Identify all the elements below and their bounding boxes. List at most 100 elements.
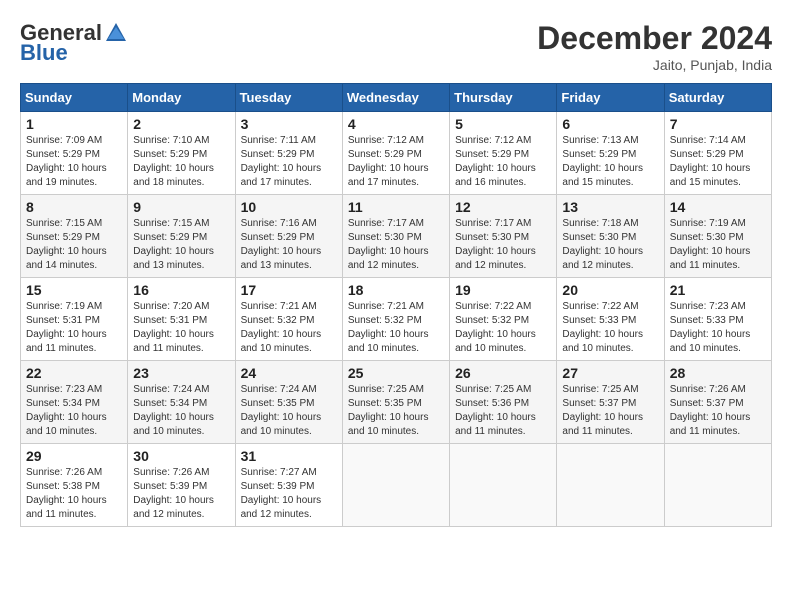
calendar-cell: 26 Sunrise: 7:25 AM Sunset: 5:36 PM Dayli… — [450, 361, 557, 444]
calendar-week-row: 29 Sunrise: 7:26 AM Sunset: 5:38 PM Dayli… — [21, 444, 772, 527]
day-number: 29 — [26, 448, 122, 464]
day-info: Sunrise: 7:10 AM Sunset: 5:29 PM Dayligh… — [133, 134, 229, 190]
day-info: Sunrise: 7:27 AM Sunset: 5:39 PM Dayligh… — [241, 466, 337, 522]
day-info: Sunrise: 7:15 AM Sunset: 5:29 PM Dayligh… — [133, 217, 229, 273]
day-info: Sunrise: 7:24 AM Sunset: 5:34 PM Dayligh… — [133, 383, 229, 439]
day-number: 6 — [562, 116, 658, 132]
day-number: 11 — [348, 199, 444, 215]
calendar-cell: 21 Sunrise: 7:23 AM Sunset: 5:33 PM Dayli… — [664, 278, 771, 361]
calendar-cell: 20 Sunrise: 7:22 AM Sunset: 5:33 PM Dayli… — [557, 278, 664, 361]
logo-icon — [104, 21, 128, 45]
day-info: Sunrise: 7:16 AM Sunset: 5:29 PM Dayligh… — [241, 217, 337, 273]
calendar-cell: 15 Sunrise: 7:19 AM Sunset: 5:31 PM Dayli… — [21, 278, 128, 361]
day-info: Sunrise: 7:14 AM Sunset: 5:29 PM Dayligh… — [670, 134, 766, 190]
day-number: 25 — [348, 365, 444, 381]
calendar-cell: 29 Sunrise: 7:26 AM Sunset: 5:38 PM Dayli… — [21, 444, 128, 527]
month-title: December 2024 — [537, 20, 772, 57]
day-number: 17 — [241, 282, 337, 298]
calendar-cell: 31 Sunrise: 7:27 AM Sunset: 5:39 PM Dayli… — [235, 444, 342, 527]
day-number: 13 — [562, 199, 658, 215]
calendar-week-row: 1 Sunrise: 7:09 AM Sunset: 5:29 PM Daylig… — [21, 112, 772, 195]
day-info: Sunrise: 7:12 AM Sunset: 5:29 PM Dayligh… — [348, 134, 444, 190]
day-info: Sunrise: 7:17 AM Sunset: 5:30 PM Dayligh… — [455, 217, 551, 273]
day-info: Sunrise: 7:25 AM Sunset: 5:35 PM Dayligh… — [348, 383, 444, 439]
day-info: Sunrise: 7:21 AM Sunset: 5:32 PM Dayligh… — [241, 300, 337, 356]
day-info: Sunrise: 7:17 AM Sunset: 5:30 PM Dayligh… — [348, 217, 444, 273]
calendar-cell: 4 Sunrise: 7:12 AM Sunset: 5:29 PM Daylig… — [342, 112, 449, 195]
calendar-cell: 23Sunrise: 7:24 AM Sunset: 5:34 PM Dayli… — [128, 361, 235, 444]
calendar-cell: 13 Sunrise: 7:18 AM Sunset: 5:30 PM Dayli… — [557, 195, 664, 278]
calendar-cell: 17 Sunrise: 7:21 AM Sunset: 5:32 PM Dayli… — [235, 278, 342, 361]
day-number: 30 — [133, 448, 229, 464]
calendar-cell — [450, 444, 557, 527]
calendar-cell: 19 Sunrise: 7:22 AM Sunset: 5:32 PM Dayli… — [450, 278, 557, 361]
location: Jaito, Punjab, India — [537, 57, 772, 73]
day-info: Sunrise: 7:19 AM Sunset: 5:31 PM Dayligh… — [26, 300, 122, 356]
calendar-header-row: SundayMondayTuesdayWednesdayThursdayFrid… — [21, 84, 772, 112]
day-number: 20 — [562, 282, 658, 298]
day-info: Sunrise: 7:22 AM Sunset: 5:32 PM Dayligh… — [455, 300, 551, 356]
day-number: 14 — [670, 199, 766, 215]
day-number: 18 — [348, 282, 444, 298]
day-number: 31 — [241, 448, 337, 464]
day-number: 26 — [455, 365, 551, 381]
weekday-header-tuesday: Tuesday — [235, 84, 342, 112]
calendar-body: 1 Sunrise: 7:09 AM Sunset: 5:29 PM Daylig… — [21, 112, 772, 527]
calendar-cell — [664, 444, 771, 527]
calendar-cell: 8 Sunrise: 7:15 AM Sunset: 5:29 PM Daylig… — [21, 195, 128, 278]
calendar-cell: 3Sunrise: 7:11 AM Sunset: 5:29 PM Daylig… — [235, 112, 342, 195]
weekday-header-friday: Friday — [557, 84, 664, 112]
day-number: 27 — [562, 365, 658, 381]
day-number: 21 — [670, 282, 766, 298]
day-info: Sunrise: 7:25 AM Sunset: 5:37 PM Dayligh… — [562, 383, 658, 439]
calendar-week-row: 15 Sunrise: 7:19 AM Sunset: 5:31 PM Dayli… — [21, 278, 772, 361]
weekday-header-saturday: Saturday — [664, 84, 771, 112]
day-info: Sunrise: 7:12 AM Sunset: 5:29 PM Dayligh… — [455, 134, 551, 190]
day-info: Sunrise: 7:22 AM Sunset: 5:33 PM Dayligh… — [562, 300, 658, 356]
day-info: Sunrise: 7:25 AM Sunset: 5:36 PM Dayligh… — [455, 383, 551, 439]
day-number: 28 — [670, 365, 766, 381]
weekday-header-monday: Monday — [128, 84, 235, 112]
day-info: Sunrise: 7:23 AM Sunset: 5:33 PM Dayligh… — [670, 300, 766, 356]
calendar-cell: 30Sunrise: 7:26 AM Sunset: 5:39 PM Dayli… — [128, 444, 235, 527]
day-number: 5 — [455, 116, 551, 132]
weekday-header-thursday: Thursday — [450, 84, 557, 112]
calendar-cell: 24 Sunrise: 7:24 AM Sunset: 5:35 PM Dayli… — [235, 361, 342, 444]
calendar-cell: 22Sunrise: 7:23 AM Sunset: 5:34 PM Dayli… — [21, 361, 128, 444]
day-number: 15 — [26, 282, 122, 298]
calendar-cell: 6Sunrise: 7:13 AM Sunset: 5:29 PM Daylig… — [557, 112, 664, 195]
day-number: 12 — [455, 199, 551, 215]
page-header: General Blue December 2024 Jaito, Punjab… — [20, 20, 772, 73]
day-number: 1 — [26, 116, 122, 132]
day-info: Sunrise: 7:26 AM Sunset: 5:38 PM Dayligh… — [26, 466, 122, 522]
day-info: Sunrise: 7:18 AM Sunset: 5:30 PM Dayligh… — [562, 217, 658, 273]
day-info: Sunrise: 7:11 AM Sunset: 5:29 PM Dayligh… — [241, 134, 337, 190]
calendar-cell: 12 Sunrise: 7:17 AM Sunset: 5:30 PM Dayli… — [450, 195, 557, 278]
day-number: 2 — [133, 116, 229, 132]
calendar-cell: 1 Sunrise: 7:09 AM Sunset: 5:29 PM Daylig… — [21, 112, 128, 195]
day-info: Sunrise: 7:20 AM Sunset: 5:31 PM Dayligh… — [133, 300, 229, 356]
calendar-week-row: 22Sunrise: 7:23 AM Sunset: 5:34 PM Dayli… — [21, 361, 772, 444]
day-number: 19 — [455, 282, 551, 298]
calendar-cell: 2 Sunrise: 7:10 AM Sunset: 5:29 PM Daylig… — [128, 112, 235, 195]
day-info: Sunrise: 7:09 AM Sunset: 5:29 PM Dayligh… — [26, 134, 122, 190]
calendar-cell: 18Sunrise: 7:21 AM Sunset: 5:32 PM Dayli… — [342, 278, 449, 361]
day-info: Sunrise: 7:23 AM Sunset: 5:34 PM Dayligh… — [26, 383, 122, 439]
day-number: 9 — [133, 199, 229, 215]
calendar-cell: 27 Sunrise: 7:25 AM Sunset: 5:37 PM Dayli… — [557, 361, 664, 444]
calendar-cell: 11 Sunrise: 7:17 AM Sunset: 5:30 PM Dayli… — [342, 195, 449, 278]
day-number: 4 — [348, 116, 444, 132]
day-info: Sunrise: 7:26 AM Sunset: 5:37 PM Dayligh… — [670, 383, 766, 439]
day-info: Sunrise: 7:24 AM Sunset: 5:35 PM Dayligh… — [241, 383, 337, 439]
calendar-cell: 10Sunrise: 7:16 AM Sunset: 5:29 PM Dayli… — [235, 195, 342, 278]
day-number: 16 — [133, 282, 229, 298]
calendar-cell — [557, 444, 664, 527]
calendar-cell: 14Sunrise: 7:19 AM Sunset: 5:30 PM Dayli… — [664, 195, 771, 278]
title-block: December 2024 Jaito, Punjab, India — [537, 20, 772, 73]
day-number: 24 — [241, 365, 337, 381]
calendar-cell: 16 Sunrise: 7:20 AM Sunset: 5:31 PM Dayli… — [128, 278, 235, 361]
logo: General Blue — [20, 20, 128, 66]
day-number: 8 — [26, 199, 122, 215]
day-info: Sunrise: 7:15 AM Sunset: 5:29 PM Dayligh… — [26, 217, 122, 273]
calendar-cell: 25 Sunrise: 7:25 AM Sunset: 5:35 PM Dayli… — [342, 361, 449, 444]
